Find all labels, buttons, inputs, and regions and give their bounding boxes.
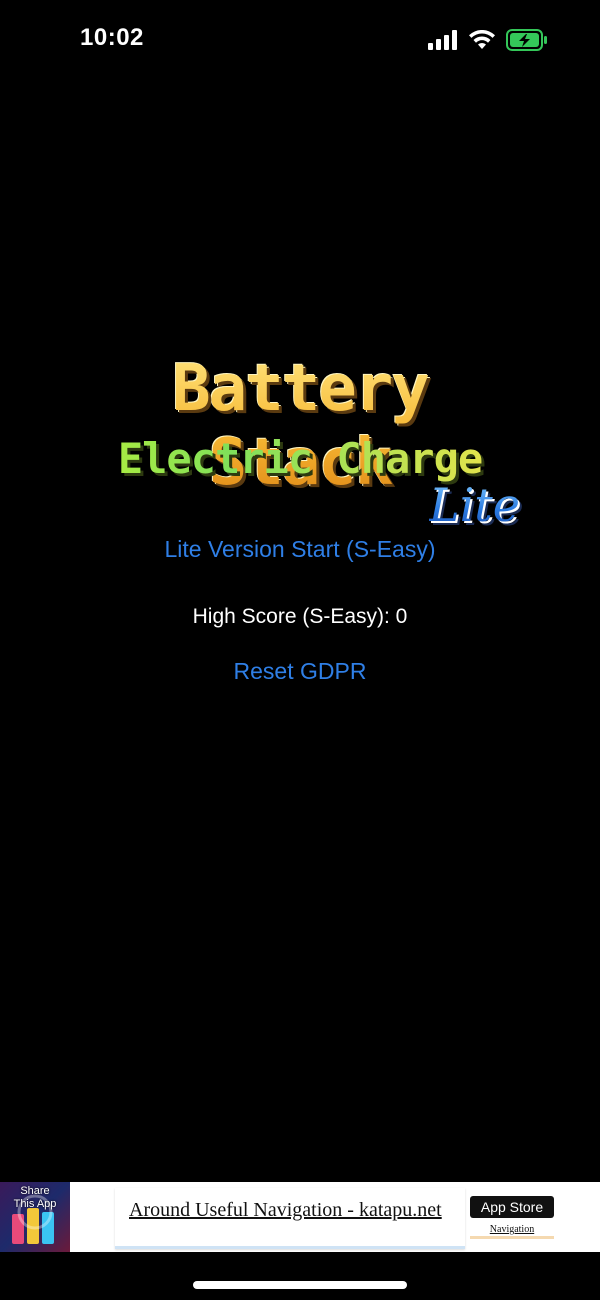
- ad-title-link[interactable]: Around Useful Navigation - katapu.net: [129, 1200, 459, 1220]
- ad-banner[interactable]: Share This App Around Useful Navigation …: [0, 1182, 600, 1252]
- home-indicator[interactable]: [193, 1281, 407, 1289]
- battery-charging-icon: [506, 29, 548, 56]
- logo-subtitle: Electric Charge: [70, 434, 530, 483]
- reset-gdpr-button[interactable]: Reset GDPR: [0, 658, 600, 685]
- high-score-label: High Score (S-Easy): 0: [192, 605, 408, 628]
- ad-category-link[interactable]: Navigation: [470, 1224, 554, 1239]
- status-time: 10:02: [80, 24, 144, 51]
- cellular-signal-icon: [428, 30, 458, 55]
- game-logo: Battery Stack Electric Charge Lite: [70, 352, 530, 532]
- status-bar: 10:02: [0, 0, 600, 80]
- status-icons: [428, 29, 548, 56]
- ad-thumbnail-text: Share This App: [13, 1185, 57, 1210]
- wifi-icon: [468, 29, 496, 55]
- ad-thumbnail[interactable]: Share This App: [0, 1182, 70, 1252]
- lite-version-start-button[interactable]: Lite Version Start (S-Easy): [0, 536, 600, 563]
- app-store-button[interactable]: App Store: [470, 1196, 554, 1218]
- ad-card[interactable]: Around Useful Navigation - katapu.net: [115, 1188, 465, 1249]
- logo-edition: Lite: [429, 478, 520, 532]
